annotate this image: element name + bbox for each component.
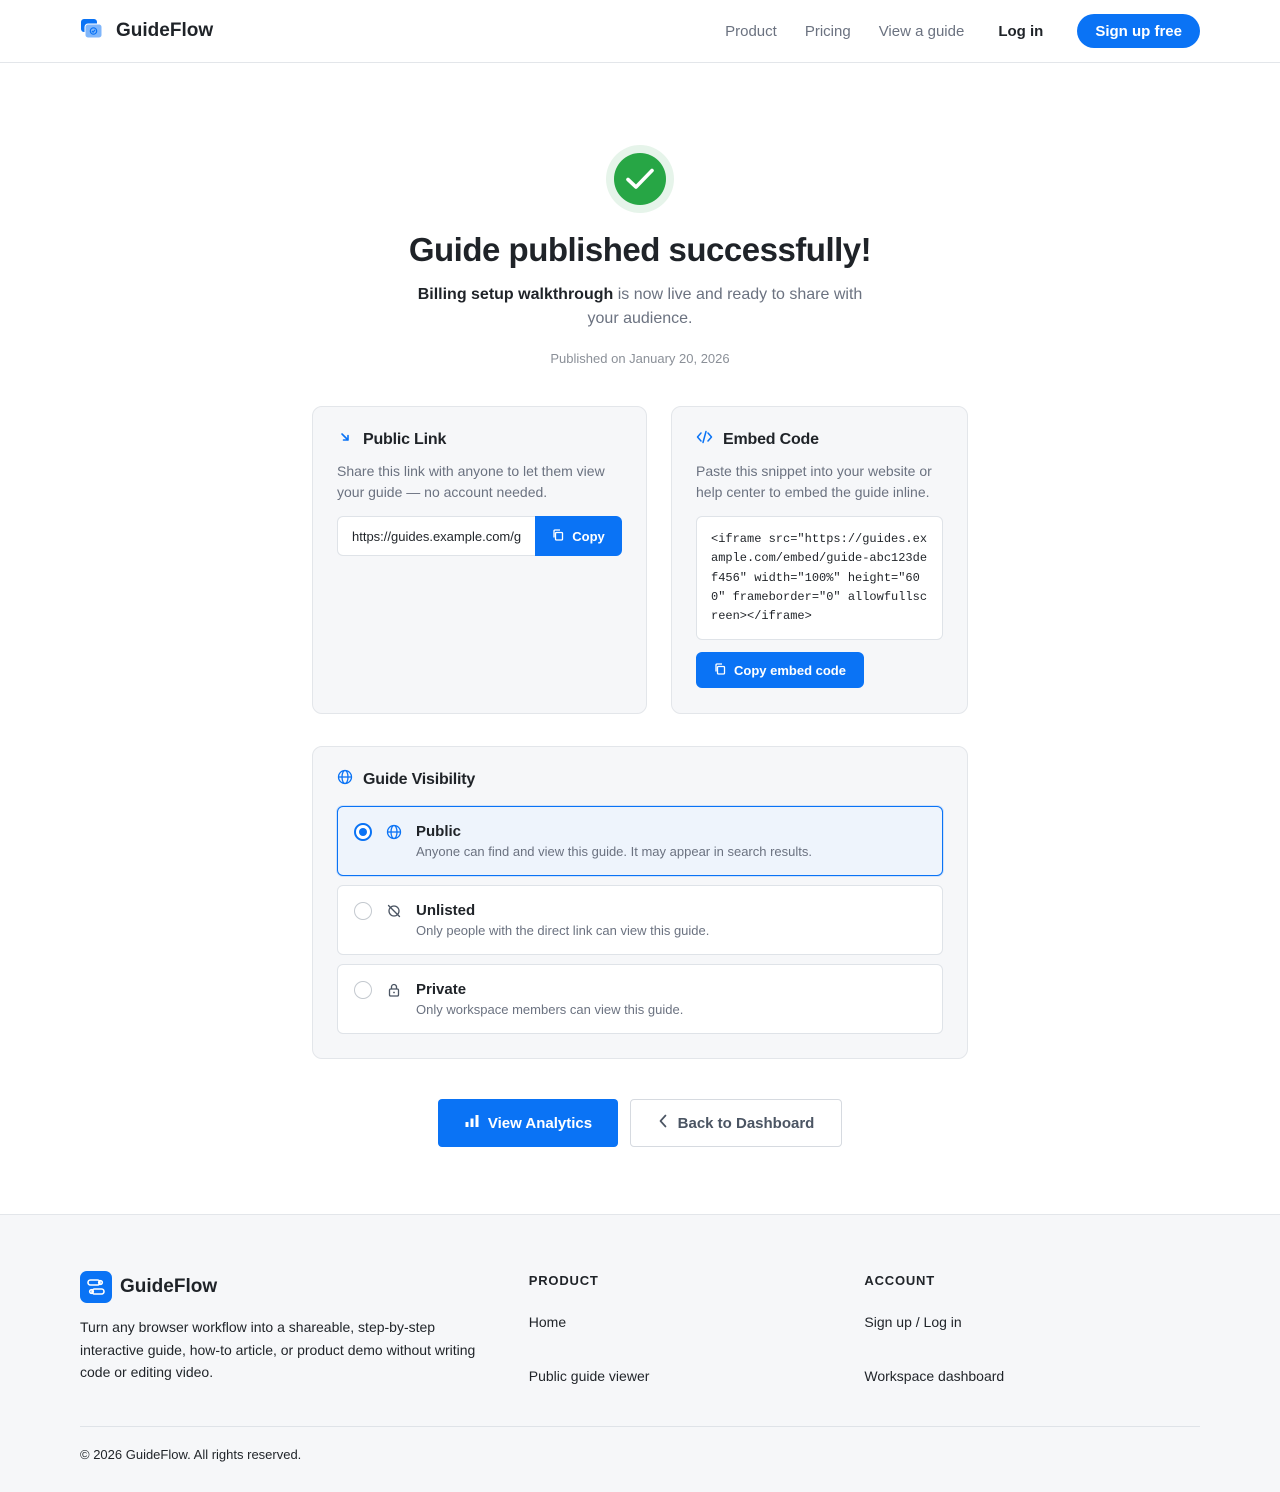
- copy-icon: [552, 528, 564, 544]
- footer-copyright: © 2026 GuideFlow. All rights reserved.: [80, 1447, 302, 1462]
- footer-description: Turn any browser workflow into a shareab…: [80, 1319, 476, 1380]
- code-icon: [696, 429, 713, 450]
- option-description: Only workspace members can view this gui…: [416, 1002, 684, 1017]
- radio-public[interactable]: [354, 823, 372, 841]
- footer-brand-name: GuideFlow: [120, 1276, 218, 1297]
- view-analytics-button[interactable]: View Analytics: [438, 1099, 618, 1147]
- copy-icon: [714, 663, 726, 678]
- embed-code-description: Paste this snippet into your website or …: [696, 463, 932, 500]
- option-text: Public Anyone can find and view this gui…: [416, 823, 812, 859]
- guide-name: Billing setup walkthrough: [417, 286, 614, 303]
- copy-link-label: Copy: [572, 528, 605, 544]
- radio-private[interactable]: [354, 981, 372, 999]
- footer-account-column: ACCOUNT Sign up / Log in Workspace dashb…: [864, 1271, 1200, 1384]
- option-description: Anyone can find and view this guide. It …: [416, 844, 812, 859]
- option-title: Public: [416, 823, 462, 840]
- footer-columns: GuideFlow Turn any browser workflow into…: [80, 1271, 1200, 1384]
- option-description: Only people with the direct link can vie…: [416, 923, 710, 938]
- visibility-options: Public Anyone can find and view this gui…: [337, 806, 943, 1034]
- embed-code-header: Embed Code: [696, 429, 943, 450]
- footer-link-signup-login[interactable]: Sign up / Log in: [864, 1314, 1200, 1330]
- visibility-title: Guide Visibility: [363, 770, 476, 788]
- eye-off-icon: [386, 903, 402, 919]
- back-to-dashboard-button[interactable]: Back to Dashboard: [630, 1099, 842, 1147]
- copy-link-button[interactable]: Copy: [535, 516, 622, 556]
- public-link-row: Copy: [337, 516, 622, 556]
- footer-product-column: PRODUCT Home Public guide viewer: [529, 1271, 865, 1384]
- brand[interactable]: GuideFlow: [80, 18, 213, 45]
- share-cards: Public Link Share this link with anyone …: [312, 406, 968, 714]
- guideflow-logo-icon: [80, 18, 104, 45]
- signup-button[interactable]: Sign up free: [1077, 14, 1200, 48]
- brand-name: GuideFlow: [116, 20, 214, 41]
- copy-embed-button[interactable]: Copy embed code: [696, 652, 864, 689]
- published-date: Published on January 20, 2026: [550, 351, 730, 366]
- page-actions: View Analytics Back to Dashboard: [0, 1099, 1280, 1147]
- login-link[interactable]: Log in: [998, 23, 1043, 40]
- globe-icon: [386, 824, 402, 840]
- option-text: Private Only workspace members can view …: [416, 981, 683, 1017]
- main-nav: Product Pricing View a guide Log in Sign…: [725, 14, 1200, 48]
- visibility-option-public[interactable]: Public Anyone can find and view this gui…: [337, 806, 943, 876]
- hero-subtitle: Billing setup walkthrough is now live an…: [410, 283, 870, 331]
- visibility-option-unlisted[interactable]: Unlisted Only people with the direct lin…: [337, 885, 943, 955]
- bar-chart-icon: [464, 1114, 480, 1132]
- footer-divider: [80, 1426, 1200, 1427]
- public-link-description: Share this link with anyone to let them …: [337, 463, 605, 500]
- option-text: Unlisted Only people with the direct lin…: [416, 902, 709, 938]
- option-title: Unlisted: [416, 902, 476, 919]
- visibility-panel: Guide Visibility Public Anyone can find …: [312, 746, 968, 1059]
- visibility-header: Guide Visibility: [337, 769, 943, 790]
- footer-product-title: PRODUCT: [528, 1273, 599, 1288]
- visibility-option-private[interactable]: Private Only workspace members can view …: [337, 964, 943, 1034]
- back-to-dashboard-label: Back to Dashboard: [677, 1114, 815, 1132]
- radio-selected-dot: [359, 828, 367, 836]
- site-header: GuideFlow Product Pricing View a guide L…: [0, 0, 1280, 63]
- footer-brand: GuideFlow Turn any browser workflow into…: [80, 1271, 529, 1384]
- nav-pricing[interactable]: Pricing: [805, 23, 851, 40]
- embed-code-card: Embed Code Paste this snippet into your …: [671, 406, 968, 714]
- view-analytics-label: View Analytics: [487, 1114, 593, 1132]
- guideflow-logo-icon: [80, 1271, 112, 1303]
- footer-account-title: ACCOUNT: [864, 1273, 935, 1288]
- footer-brand-row[interactable]: GuideFlow: [80, 1271, 529, 1303]
- check-icon: [614, 153, 666, 205]
- public-link-header: Public Link: [337, 429, 622, 450]
- nav-view-guide[interactable]: View a guide: [879, 23, 965, 40]
- embed-code-snippet[interactable]: <iframe src="https://guides.example.com/…: [696, 516, 943, 641]
- page-title: Guide published successfully!: [408, 231, 872, 268]
- copy-embed-label: Copy embed code: [734, 662, 846, 678]
- public-link-input[interactable]: [337, 516, 535, 556]
- public-link-title: Public Link: [363, 430, 447, 448]
- success-hero: Guide published successfully! Billing se…: [0, 63, 1280, 366]
- hero-subtitle-text: is now live and ready to share with your…: [587, 286, 863, 327]
- footer-link-workspace-dashboard[interactable]: Workspace dashboard: [864, 1368, 1200, 1384]
- chevron-left-icon: [658, 1114, 668, 1132]
- public-link-card: Public Link Share this link with anyone …: [312, 406, 647, 714]
- embed-code-title: Embed Code: [723, 430, 819, 448]
- footer-link-home[interactable]: Home: [529, 1314, 865, 1330]
- site-footer: GuideFlow Turn any browser workflow into…: [0, 1214, 1280, 1492]
- arrow-down-right-icon: [337, 429, 353, 450]
- option-title: Private: [416, 981, 467, 998]
- lock-icon: [386, 982, 402, 998]
- nav-product[interactable]: Product: [725, 23, 777, 40]
- success-badge: [606, 145, 674, 213]
- footer-link-public-viewer[interactable]: Public guide viewer: [529, 1368, 865, 1384]
- radio-unlisted[interactable]: [354, 902, 372, 920]
- globe-icon: [337, 769, 353, 790]
